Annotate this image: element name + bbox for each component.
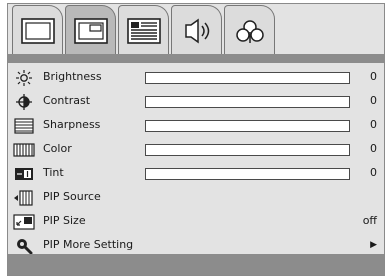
picture-tab-icon — [20, 17, 55, 44]
tab-options[interactable] — [118, 5, 169, 55]
contrast-label: Contrast — [43, 94, 91, 107]
top-divider-bar — [8, 54, 384, 63]
color-label: Color — [43, 142, 72, 155]
menu-item-pip-size[interactable]: PIP Size off — [8, 210, 384, 234]
sharpness-icon — [13, 117, 35, 135]
tab-pip[interactable] — [65, 5, 116, 55]
brightness-slider[interactable] — [145, 72, 350, 84]
tint-icon — [13, 165, 35, 183]
sharpness-value: 0 — [370, 118, 377, 131]
pip-size-label: PIP Size — [43, 214, 86, 227]
tab-sound[interactable] — [171, 5, 222, 55]
osd-menu-panel: Brightness 0 Contrast 0 Sharpness 0 Colo… — [7, 3, 385, 276]
sound-tab-icon — [180, 18, 214, 44]
pip-source-label: PIP Source — [43, 190, 101, 203]
contrast-icon — [13, 93, 35, 111]
sharpness-label: Sharpness — [43, 118, 101, 131]
pip-tab-icon — [73, 17, 108, 44]
tab-picture[interactable] — [12, 5, 63, 55]
color-icon — [13, 141, 35, 159]
contrast-value: 0 — [370, 94, 377, 107]
tint-slider[interactable] — [145, 168, 350, 180]
submenu-arrow-icon: ▶ — [370, 240, 377, 250]
contrast-slider[interactable] — [145, 96, 350, 108]
menu-item-color[interactable]: Color 0 — [8, 138, 384, 162]
pip-size-icon — [13, 213, 35, 231]
color-slider[interactable] — [145, 144, 350, 156]
tab-setup[interactable] — [224, 5, 275, 55]
sharpness-slider[interactable] — [145, 120, 350, 132]
options-tab-icon — [126, 17, 161, 44]
tab-bar — [8, 4, 384, 55]
pip-size-value: off — [362, 214, 377, 227]
pip-source-icon — [13, 189, 35, 207]
menu-item-contrast[interactable]: Contrast 0 — [8, 90, 384, 114]
setup-tab-icon — [233, 18, 267, 44]
pip-more-setting-icon — [13, 237, 35, 255]
bottom-status-bar — [8, 254, 384, 275]
color-value: 0 — [370, 142, 377, 155]
tint-value: 0 — [370, 166, 377, 179]
menu-item-pip-source[interactable]: PIP Source — [8, 186, 384, 210]
menu-item-brightness[interactable]: Brightness 0 — [8, 66, 384, 90]
brightness-value: 0 — [370, 70, 377, 83]
menu-item-sharpness[interactable]: Sharpness 0 — [8, 114, 384, 138]
tint-label: Tint — [43, 166, 64, 179]
brightness-label: Brightness — [43, 70, 102, 83]
menu-item-tint[interactable]: Tint 0 — [8, 162, 384, 186]
pip-more-setting-label: PIP More Setting — [43, 238, 134, 251]
brightness-icon — [13, 69, 35, 87]
